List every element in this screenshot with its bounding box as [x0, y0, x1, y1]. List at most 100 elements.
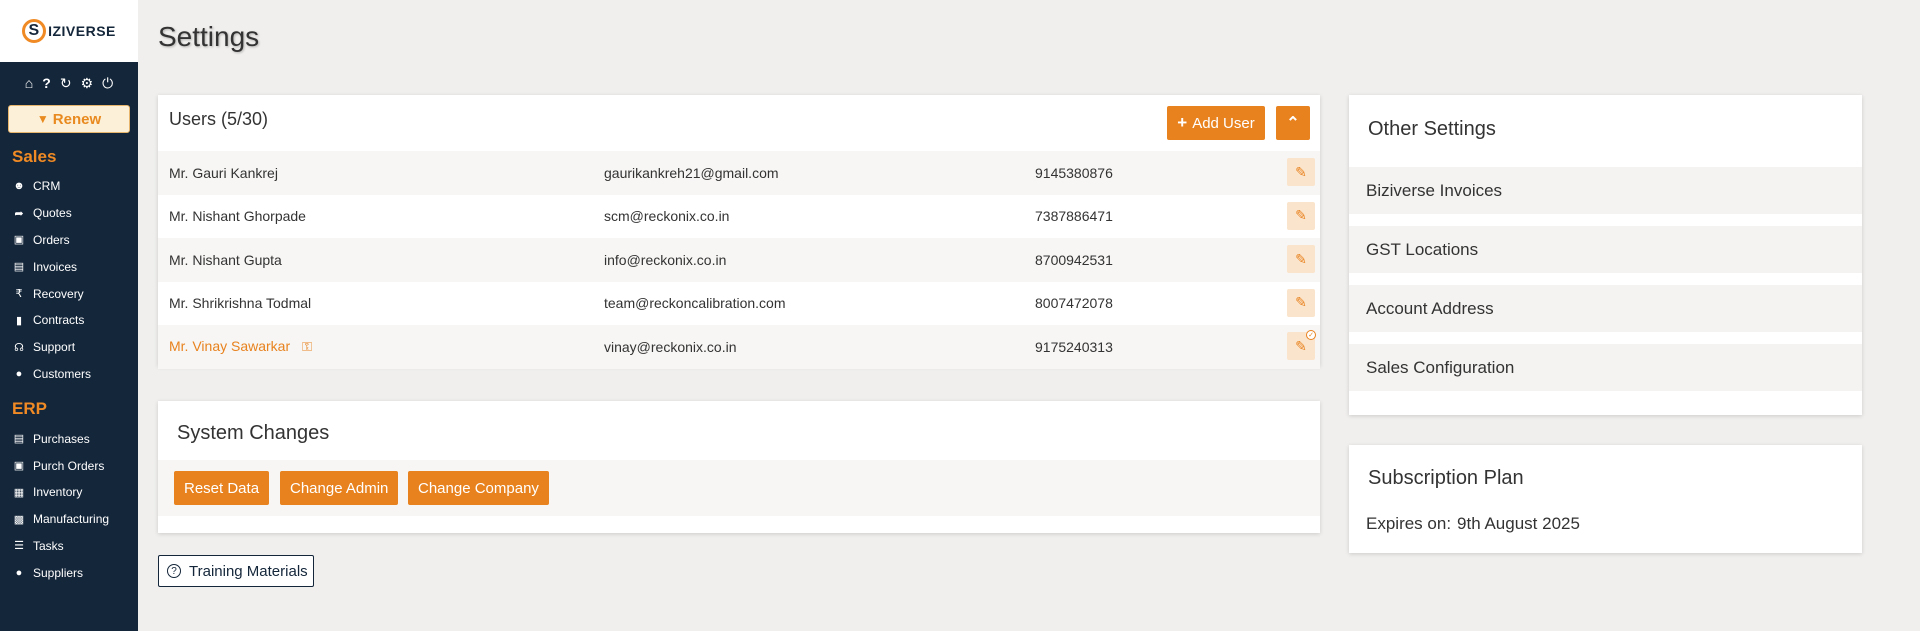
user-phone: 9175240313	[1035, 338, 1113, 355]
key-icon: ⚿	[302, 339, 313, 355]
erp-nav: ▤ Purchases ▣ Purch Orders ▦ Inventory ▩ Man…	[0, 425, 138, 586]
power-icon[interactable]: ⏻	[102, 76, 113, 90]
money-icon: ▤	[13, 433, 25, 446]
list-icon: ☰	[14, 540, 24, 553]
other-settings-item[interactable]: Account Address	[1349, 285, 1862, 332]
sales-section-title: Sales	[12, 147, 57, 166]
page-title: Settings	[158, 21, 260, 52]
file-icon: ▮	[15, 314, 23, 327]
sidebar-item-purchases[interactable]: ▤ Purchases	[0, 425, 138, 452]
sidebar-item-suppliers[interactable]: ● Suppliers	[0, 559, 138, 586]
cart-icon: ▣	[13, 234, 25, 247]
training-materials-button[interactable]: ? Training Materials	[158, 555, 314, 587]
subscription-card: Subscription Plan Expires on: 9th August …	[1349, 445, 1862, 553]
users-header: Users (5/30) + Add User ⌃	[158, 95, 1320, 151]
change-admin-button[interactable]: Change Admin	[280, 471, 399, 505]
sidebar: S IZIVERSE ⌂ ? ↻ ⚙ ⏻ ▼ Renew Sales ☻ CRM …	[0, 0, 138, 631]
table-row: Mr. Shrikrishna Todmal team@reckoncalibr…	[158, 282, 1320, 326]
admin-user-name[interactable]: Mr. Vinay Sawarkar ⚿	[169, 338, 312, 355]
pencil-icon: ✎	[1295, 250, 1307, 267]
table-row: Mr. Nishant Gupta info@reckonix.co.in 87…	[158, 238, 1320, 282]
system-changes-card: System Changes Reset Data Change Admin C…	[158, 401, 1320, 533]
user-phone: 8007472078	[1035, 295, 1113, 312]
user-email: vinay@reckonix.co.in	[604, 338, 737, 355]
pencil-icon: ✎	[1295, 163, 1307, 180]
sidebar-item-orders[interactable]: ▣ Orders	[0, 227, 138, 254]
chart-icon: ▩	[13, 513, 25, 526]
other-settings-title: Other Settings	[1368, 118, 1496, 140]
expires-label: Expires on:	[1366, 514, 1452, 533]
user-name: Mr. Nishant Gupta	[169, 251, 282, 268]
edit-user-button[interactable]: ✎ ✓	[1287, 330, 1316, 360]
other-settings-item[interactable]: Sales Configuration	[1349, 344, 1862, 391]
users-card: Users (5/30) + Add User ⌃ Mr. Gauri Kank…	[158, 95, 1320, 369]
user-email: info@reckonix.co.in	[604, 251, 727, 268]
user-phone: 8700942531	[1035, 251, 1113, 268]
help-icon[interactable]: ?	[42, 76, 51, 90]
logo-container: S IZIVERSE	[0, 0, 138, 62]
user-name: Mr. Vinay Sawarkar	[169, 338, 291, 355]
table-row: Mr. Vinay Sawarkar ⚿ vinay@reckonix.co.in…	[158, 325, 1320, 369]
plus-icon: +	[1177, 113, 1188, 132]
other-settings-item[interactable]: GST Locations	[1349, 226, 1862, 273]
add-user-label: Add User	[1192, 114, 1255, 132]
sidebar-item-inventory[interactable]: ▦ Inventory	[0, 479, 138, 506]
home-icon[interactable]: ⌂	[25, 76, 33, 90]
sidebar-item-label: Recovery	[33, 286, 84, 301]
sidebar-item-invoices[interactable]: ▤ Invoices	[0, 253, 138, 280]
edit-user-button[interactable]: ✎	[1287, 201, 1315, 230]
sidebar-item-quotes[interactable]: ➦ Quotes	[0, 200, 138, 227]
renew-label: Renew	[52, 110, 102, 128]
globe-icon: ●	[15, 566, 23, 579]
sidebar-item-crm[interactable]: ☻ CRM	[0, 173, 138, 200]
renew-button[interactable]: ▼ Renew	[8, 105, 130, 133]
top-icon-bar: ⌂ ? ↻ ⚙ ⏻	[0, 73, 138, 93]
user-phone: 7387886471	[1035, 208, 1113, 225]
gear-icon[interactable]: ⚙	[81, 76, 94, 90]
question-circle-icon: ?	[167, 564, 181, 578]
user-phone: 9145380876	[1035, 164, 1113, 181]
training-label: Training Materials	[189, 562, 308, 580]
edit-user-button[interactable]: ✎	[1287, 245, 1315, 273]
edit-user-button[interactable]: ✎	[1287, 288, 1315, 317]
sidebar-item-customers[interactable]: ● Customers	[0, 361, 138, 388]
user-email: scm@reckonix.co.in	[604, 208, 730, 225]
expires-value: 9th August 2025	[1457, 514, 1580, 533]
sidebar-item-label: CRM	[33, 179, 61, 194]
add-user-button[interactable]: + Add User	[1167, 106, 1265, 140]
sales-nav: ☻ CRM ➦ Quotes ▣ Orders ▤ Invoices ₹ Recovery…	[0, 173, 138, 387]
sidebar-item-support[interactable]: ☊ Support	[0, 334, 138, 361]
sidebar-item-label: Orders	[33, 232, 70, 247]
sidebar-item-label: Support	[33, 340, 76, 355]
subscription-title: Subscription Plan	[1368, 467, 1524, 489]
sidebar-item-label: Customers	[33, 366, 92, 381]
sidebar-item-recovery[interactable]: ₹ Recovery	[0, 280, 138, 307]
sidebar-item-label: Contracts	[33, 313, 85, 328]
collapse-button[interactable]: ⌃	[1276, 106, 1310, 140]
reset-data-button[interactable]: Reset Data	[174, 471, 270, 505]
rupee-icon: ₹	[15, 288, 23, 301]
headset-icon: ☊	[14, 341, 24, 354]
refresh-icon[interactable]: ↻	[60, 76, 72, 90]
sidebar-item-tasks[interactable]: ☰ Tasks	[0, 533, 138, 560]
system-changes-title: System Changes	[177, 422, 330, 444]
biziverse-logo[interactable]: S IZIVERSE	[22, 19, 116, 43]
pencil-icon: ✎	[1295, 294, 1307, 310]
sidebar-item-label: Purch Orders	[33, 458, 105, 473]
change-company-button[interactable]: Change Company	[408, 471, 549, 505]
money-icon: ▤	[13, 261, 25, 274]
user-email: team@reckoncalibration.com	[604, 295, 786, 312]
user-name: Mr. Gauri Kankrej	[169, 164, 278, 181]
other-settings-item[interactable]: Biziverse Invoices	[1349, 167, 1862, 214]
table-row: Mr. Nishant Ghorpade scm@reckonix.co.in …	[158, 195, 1320, 239]
sidebar-item-purch-orders[interactable]: ▣ Purch Orders	[0, 452, 138, 479]
sidebar-item-contracts[interactable]: ▮ Contracts	[0, 307, 138, 334]
user-email: gaurikankreh21@gmail.com	[604, 164, 779, 181]
check-badge-icon: ✓	[1306, 330, 1316, 340]
edit-user-button[interactable]: ✎	[1287, 158, 1315, 186]
sidebar-item-label: Inventory	[33, 485, 83, 500]
logo-text: IZIVERSE	[48, 23, 116, 39]
sidebar-item-manufacturing[interactable]: ▩ Manufacturing	[0, 506, 138, 533]
table-row: Mr. Gauri Kankrej gaurikankreh21@gmail.c…	[158, 151, 1320, 195]
erp-section-title: ERP	[12, 399, 47, 419]
